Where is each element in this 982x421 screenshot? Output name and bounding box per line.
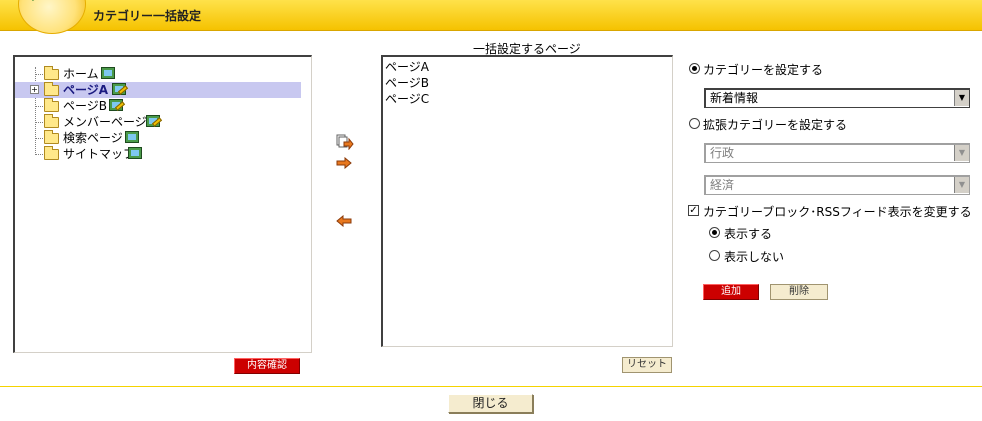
tree-item-label: 検索ページ bbox=[63, 131, 123, 145]
category-select-value: 新着情報 bbox=[710, 91, 759, 105]
selected-pages-list[interactable]: ページA ページB ページC bbox=[381, 55, 673, 347]
logo bbox=[18, 0, 86, 34]
change-display-label: カテゴリーブロック･RSSフィード表示を変更する bbox=[703, 205, 972, 219]
category-select[interactable]: 新着情報 ▼ bbox=[704, 88, 970, 108]
remove-arrow-icon[interactable] bbox=[336, 215, 352, 227]
tree-item-label: サイトマップ bbox=[63, 147, 136, 161]
list-item[interactable]: ページC bbox=[385, 91, 670, 107]
folder-icon bbox=[44, 114, 59, 128]
ext-category-radio-label: 拡張カテゴリーを設定する bbox=[703, 118, 848, 132]
folder-icon bbox=[44, 146, 59, 160]
page-title: カテゴリー一括設定 bbox=[93, 9, 202, 23]
hide-radio-label: 表示しない bbox=[724, 250, 785, 264]
ext-category-select-2-value: 経済 bbox=[710, 178, 735, 192]
show-radio-label: 表示する bbox=[724, 227, 773, 241]
tree-item-label: ホーム bbox=[63, 67, 99, 81]
confirm-content-button[interactable]: 内容確認 bbox=[234, 358, 300, 374]
category-radio-label: カテゴリーを設定する bbox=[703, 63, 824, 77]
tree-item-page-a[interactable]: + ページA bbox=[15, 82, 301, 98]
expand-icon[interactable]: + bbox=[30, 85, 39, 94]
page-tree[interactable]: ホーム + ページA ページB メンバーページ 検索ページ サイトマップ bbox=[13, 55, 312, 353]
folder-icon bbox=[44, 98, 59, 112]
copy-pages-icon[interactable] bbox=[336, 134, 354, 150]
add-arrow-icon[interactable] bbox=[336, 157, 352, 169]
folder-icon bbox=[44, 130, 59, 144]
chevron-down-icon: ▼ bbox=[954, 145, 969, 161]
folder-icon bbox=[44, 82, 59, 96]
monitor-icon bbox=[128, 147, 142, 159]
change-display-checkbox[interactable]: ✓ bbox=[688, 205, 699, 216]
chevron-down-icon: ▼ bbox=[954, 177, 969, 193]
tree-item-label: ページA bbox=[63, 83, 109, 97]
folder-icon bbox=[44, 66, 59, 80]
show-radio[interactable] bbox=[709, 227, 720, 238]
monitor-icon bbox=[125, 131, 139, 143]
delete-button[interactable]: 削除 bbox=[770, 284, 828, 300]
tree-item-label: メンバーページ bbox=[63, 115, 147, 129]
header-bar: カテゴリー一括設定 bbox=[0, 0, 982, 34]
ext-category-select-2[interactable]: 経済 ▼ bbox=[704, 175, 970, 195]
reset-button[interactable]: リセット bbox=[622, 357, 672, 373]
monitor-icon bbox=[101, 67, 115, 79]
ext-category-radio[interactable] bbox=[689, 118, 700, 129]
list-item[interactable]: ページB bbox=[385, 75, 670, 91]
ext-category-select-1-value: 行政 bbox=[710, 146, 735, 160]
list-item[interactable]: ページA bbox=[385, 59, 670, 75]
tree-guide-line bbox=[35, 67, 36, 155]
chevron-down-icon: ▼ bbox=[954, 90, 969, 106]
category-radio[interactable] bbox=[689, 63, 700, 74]
close-button[interactable]: 閉じる bbox=[448, 394, 533, 413]
footer-divider bbox=[0, 386, 982, 387]
tree-item-label: ページB bbox=[63, 99, 107, 113]
ext-category-select-1[interactable]: 行政 ▼ bbox=[704, 143, 970, 163]
add-button[interactable]: 追加 bbox=[703, 284, 759, 300]
hide-radio[interactable] bbox=[709, 250, 720, 261]
